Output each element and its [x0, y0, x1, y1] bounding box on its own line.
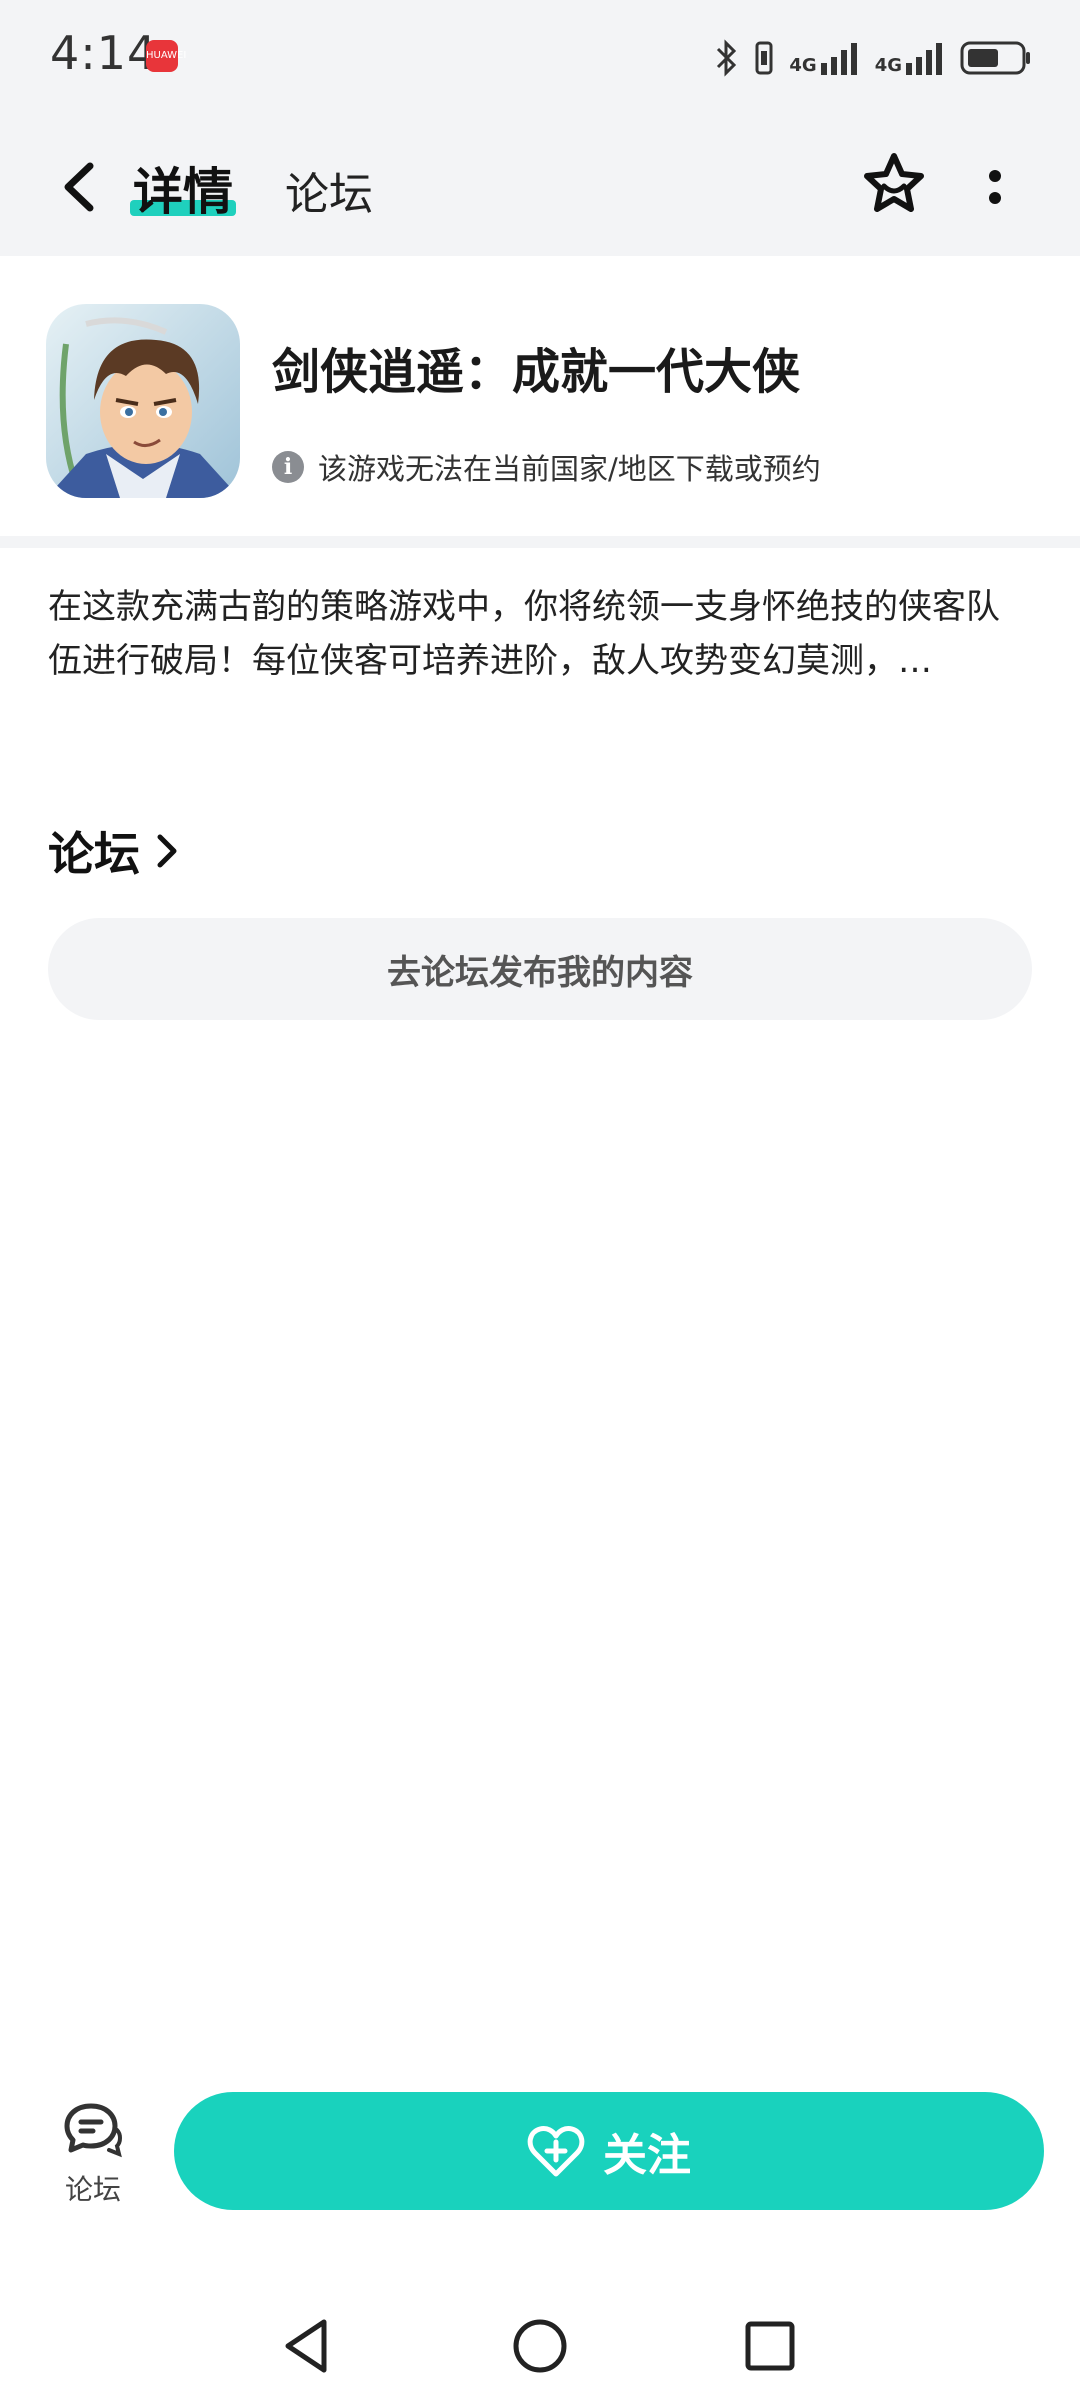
app-title: 剑侠逍遥：成就一代大侠 [272, 344, 801, 400]
forum-chat-icon [64, 2103, 122, 2158]
system-nav-bar [0, 2290, 1080, 2400]
tab-detail-label: 详情 [133, 163, 233, 221]
top-nav: 详情 论坛 [0, 118, 1080, 256]
status-icons: 4G 4G [715, 30, 1032, 86]
section-divider [0, 536, 1080, 548]
status-time: 4:14 [50, 26, 158, 80]
vibrate-icon [755, 41, 773, 75]
follow-button[interactable]: 关注 [174, 2092, 1044, 2210]
signal-2: 4G [875, 41, 946, 75]
network-label-2: 4G [874, 55, 902, 76]
network-label-1: 4G [789, 55, 817, 76]
follow-label: 关注 [603, 2130, 691, 2181]
star-icon[interactable] [858, 148, 930, 220]
back-icon[interactable] [52, 156, 108, 218]
signal-1: 4G [789, 41, 860, 75]
forum-heading: 论坛 [48, 827, 140, 881]
app-icon [46, 304, 240, 498]
bluetooth-icon [717, 39, 737, 77]
forum-post-button[interactable]: 去论坛发布我的内容 [48, 918, 1032, 1020]
nav-back-icon[interactable] [276, 2314, 340, 2378]
status-bar: 4:14 HUAWEI 4G 4G [0, 0, 1080, 118]
bottom-forum-button[interactable]: 论坛 [48, 2100, 138, 2210]
availability-notice-text: 该游戏无法在当前国家/地区下载或预约 [318, 452, 821, 486]
info-icon: i [272, 451, 304, 483]
forum-section-link[interactable]: 论坛 [48, 818, 180, 884]
heart-plus-icon [527, 2126, 585, 2177]
more-icon[interactable] [975, 156, 1015, 218]
tab-forum[interactable]: 论坛 [285, 158, 373, 222]
chevron-right-icon [157, 834, 177, 868]
availability-notice: i 该游戏无法在当前国家/地区下载或预约 [272, 446, 821, 488]
app-header: 剑侠逍遥：成就一代大侠 i 该游戏无法在当前国家/地区下载或预约 [0, 256, 1080, 526]
screen: 4:14 HUAWEI 4G 4G 详情 论坛 剑侠逍遥：成就一代大侠 i 该游… [0, 0, 1080, 2400]
nav-recents-icon[interactable] [738, 2314, 802, 2378]
huawei-app-icon: HUAWEI [146, 40, 186, 72]
app-description[interactable]: 在这款充满古韵的策略游戏中，你将统领一支身怀绝技的侠客队伍进行破局！每位侠客可培… [48, 580, 1032, 688]
battery-icon [960, 41, 1030, 75]
signal-bars-icon [906, 43, 942, 75]
bottom-forum-label: 论坛 [64, 2173, 121, 2206]
signal-bars-icon [820, 43, 857, 75]
tab-detail[interactable]: 详情 [133, 152, 233, 222]
nav-home-icon[interactable] [508, 2314, 572, 2378]
